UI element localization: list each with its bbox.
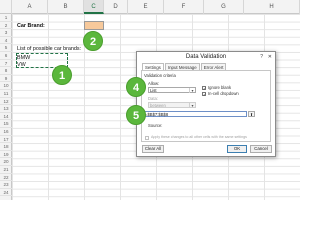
row-header[interactable]: 23 — [0, 181, 12, 189]
data-select-value: between — [150, 103, 166, 108]
row-header[interactable]: 10 — [0, 82, 12, 90]
row-header[interactable]: 12 — [0, 98, 12, 106]
callout-two: 2 — [83, 31, 103, 51]
chevron-down-icon: ▾ — [189, 103, 195, 108]
row-header[interactable]: 22 — [0, 174, 12, 182]
car-brand-label: Car Brand: — [17, 23, 45, 29]
row-header[interactable]: 6 — [0, 52, 12, 60]
apply-all-checkbox[interactable] — [145, 136, 149, 140]
row-header[interactable]: 17 — [0, 136, 12, 144]
cancel-button[interactable]: Cancel — [250, 145, 272, 153]
select-all-corner[interactable] — [0, 0, 12, 14]
allow-select[interactable]: List ▾ — [148, 87, 196, 93]
in-cell-dropdown-checkbox[interactable]: ✓ — [202, 92, 206, 97]
row-header[interactable]: 15 — [0, 120, 12, 128]
data-label: Data: — [148, 96, 159, 101]
row-header[interactable]: 7 — [0, 60, 12, 68]
column-header-c[interactable]: C — [84, 0, 104, 14]
source-input[interactable]: =$B$7:$B$8 — [143, 111, 247, 117]
ignore-blank-label: Ignore blank — [208, 85, 232, 90]
close-icon[interactable]: ✕ — [268, 52, 272, 62]
row-header[interactable]: 18 — [0, 143, 12, 151]
row-header[interactable]: 5 — [0, 44, 12, 52]
allow-select-value: List — [150, 88, 157, 93]
column-header-d[interactable]: D — [104, 0, 128, 14]
row-header[interactable]: 11 — [0, 90, 12, 98]
tab-settings[interactable]: Settings — [142, 63, 164, 70]
source-label: Source: — [148, 123, 163, 128]
row-header[interactable]: 16 — [0, 128, 12, 136]
tab-input-message[interactable]: Input Message — [164, 63, 200, 70]
column-header-a[interactable]: A — [12, 0, 48, 14]
list-heading: List of possible car brands: — [17, 46, 82, 52]
list-item-bmw[interactable]: BMW — [17, 55, 30, 61]
column-header-b[interactable]: B — [48, 0, 84, 14]
in-cell-dropdown-label: In-cell dropdown — [208, 91, 239, 96]
row-header[interactable]: 13 — [0, 105, 12, 113]
car-brand-input-cell[interactable] — [84, 21, 104, 30]
data-validation-dialog: Data Validation ? ✕ Settings Input Messa… — [136, 51, 276, 157]
help-icon[interactable]: ? — [260, 52, 263, 62]
row-header[interactable]: 4 — [0, 37, 12, 45]
row-header[interactable]: 3 — [0, 29, 12, 37]
row-header[interactable]: 24 — [0, 189, 12, 197]
clear-all-button[interactable]: Clear All — [142, 145, 164, 153]
row-header[interactable]: 9 — [0, 75, 12, 83]
row-header[interactable]: 2 — [0, 22, 12, 30]
row-header[interactable]: 1 — [0, 14, 12, 22]
column-header-f[interactable]: F — [164, 0, 204, 14]
row-header[interactable]: 8 — [0, 67, 12, 75]
row-header[interactable]: 14 — [0, 113, 12, 121]
apply-all-label: Apply these changes to all other cells w… — [151, 135, 247, 139]
ignore-blank-checkbox[interactable]: ✓ — [202, 86, 206, 91]
row-header[interactable]: 19 — [0, 151, 12, 159]
settings-panel: Validation criteria Allow: List ▾ ✓ Igno… — [141, 70, 271, 142]
tab-error-alert[interactable]: Error Alert — [200, 63, 227, 70]
column-header-g[interactable]: G — [204, 0, 244, 14]
callout-four: 4 — [126, 77, 146, 97]
row-header[interactable]: 21 — [0, 166, 12, 174]
column-header-e[interactable]: E — [128, 0, 164, 14]
row-header[interactable]: 20 — [0, 158, 12, 166]
dialog-title: Data Validation — [185, 54, 227, 60]
dialog-tabs: Settings Input Message Error Alert — [142, 63, 227, 70]
callout-five: 5 — [126, 105, 146, 125]
ok-button[interactable]: OK — [227, 145, 247, 153]
chevron-down-icon: ▾ — [189, 88, 195, 93]
dialog-title-bar[interactable]: Data Validation ? ✕ — [137, 52, 275, 62]
allow-label: Allow: — [148, 81, 160, 86]
column-header-h[interactable]: H — [244, 0, 300, 14]
data-select: between ▾ — [148, 102, 196, 108]
column-header-row: A B C D E F G H — [0, 0, 300, 14]
callout-one: 1 — [52, 65, 72, 85]
list-item-vw[interactable]: VW — [17, 62, 26, 68]
range-select-icon[interactable]: ⬆ — [248, 111, 255, 117]
row-header-column: 1 2 3 4 5 6 7 8 9 10 11 12 13 14 15 16 17 18 19 20 21 22 23 24 — [0, 14, 12, 200]
validation-criteria-heading: Validation criteria — [144, 73, 176, 78]
